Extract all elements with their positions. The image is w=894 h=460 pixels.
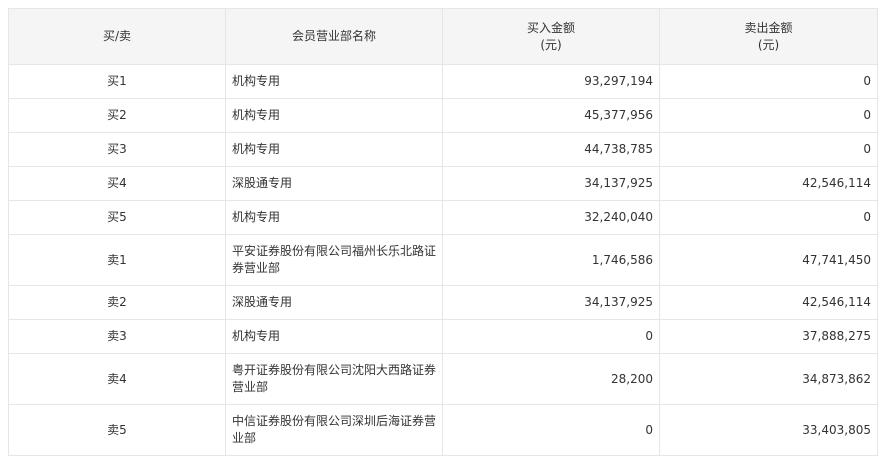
header-sell-label: 卖出金额 bbox=[744, 20, 793, 35]
cell-buy: 32,240,040 bbox=[442, 200, 660, 235]
cell-sell: 42,546,114 bbox=[659, 285, 878, 320]
cell-side: 买3 bbox=[8, 132, 226, 167]
header-buy-label: 买入金额 bbox=[526, 20, 575, 35]
cell-broker: 机构专用 bbox=[225, 319, 443, 354]
cell-buy: 34,137,925 bbox=[442, 285, 660, 320]
cell-sell: 33,403,805 bbox=[659, 404, 878, 456]
cell-sell: 42,546,114 bbox=[659, 166, 878, 201]
header-sell-unit: (元) bbox=[757, 37, 780, 52]
cell-side: 买1 bbox=[8, 64, 226, 99]
cell-side: 买4 bbox=[8, 166, 226, 201]
cell-buy: 34,137,925 bbox=[442, 166, 660, 201]
header-broker-name: 会员营业部名称 bbox=[225, 8, 443, 65]
table-row: 卖4 粤开证券股份有限公司沈阳大西路证券营业部 28,200 34,873,86… bbox=[8, 353, 878, 405]
table-row: 买2 机构专用 45,377,956 0 bbox=[8, 98, 878, 133]
table-row: 买3 机构专用 44,738,785 0 bbox=[8, 132, 878, 167]
cell-side: 卖5 bbox=[8, 404, 226, 456]
table-row: 买4 深股通专用 34,137,925 42,546,114 bbox=[8, 166, 878, 201]
cell-side: 买5 bbox=[8, 200, 226, 235]
cell-broker: 机构专用 bbox=[225, 200, 443, 235]
cell-side: 卖1 bbox=[8, 234, 226, 286]
cell-broker: 平安证券股份有限公司福州长乐北路证券营业部 bbox=[225, 234, 443, 286]
table-row: 买1 机构专用 93,297,194 0 bbox=[8, 64, 878, 99]
header-row: 买/卖 会员营业部名称 买入金额 (元) 卖出金额 (元) bbox=[8, 8, 878, 65]
cell-sell: 0 bbox=[659, 132, 878, 167]
header-sell-amount: 卖出金额 (元) bbox=[659, 8, 878, 65]
cell-buy: 28,200 bbox=[442, 353, 660, 405]
cell-sell: 0 bbox=[659, 200, 878, 235]
broker-trading-table: 买/卖 会员营业部名称 买入金额 (元) 卖出金额 (元) 买1 机构专用 93… bbox=[8, 8, 878, 456]
table-header: 买/卖 会员营业部名称 买入金额 (元) 卖出金额 (元) bbox=[8, 8, 878, 65]
cell-buy: 1,746,586 bbox=[442, 234, 660, 286]
cell-broker: 机构专用 bbox=[225, 64, 443, 99]
cell-side: 卖2 bbox=[8, 285, 226, 320]
cell-sell: 0 bbox=[659, 98, 878, 133]
header-buy-amount: 买入金额 (元) bbox=[442, 8, 660, 65]
table-row: 卖5 中信证券股份有限公司深圳后海证券营业部 0 33,403,805 bbox=[8, 404, 878, 456]
table-row: 卖3 机构专用 0 37,888,275 bbox=[8, 319, 878, 354]
cell-broker: 机构专用 bbox=[225, 98, 443, 133]
cell-buy: 44,738,785 bbox=[442, 132, 660, 167]
cell-buy: 93,297,194 bbox=[442, 64, 660, 99]
trading-table-container: 买/卖 会员营业部名称 买入金额 (元) 卖出金额 (元) 买1 机构专用 93… bbox=[8, 8, 878, 456]
cell-buy: 0 bbox=[442, 404, 660, 456]
table-row: 卖1 平安证券股份有限公司福州长乐北路证券营业部 1,746,586 47,74… bbox=[8, 234, 878, 286]
cell-sell: 0 bbox=[659, 64, 878, 99]
table-row: 买5 机构专用 32,240,040 0 bbox=[8, 200, 878, 235]
cell-broker: 粤开证券股份有限公司沈阳大西路证券营业部 bbox=[225, 353, 443, 405]
cell-side: 卖4 bbox=[8, 353, 226, 405]
table-body: 买1 机构专用 93,297,194 0 买2 机构专用 45,377,956 … bbox=[8, 64, 878, 456]
cell-broker: 中信证券股份有限公司深圳后海证券营业部 bbox=[225, 404, 443, 456]
cell-broker: 深股通专用 bbox=[225, 166, 443, 201]
table-row: 卖2 深股通专用 34,137,925 42,546,114 bbox=[8, 285, 878, 320]
cell-sell: 47,741,450 bbox=[659, 234, 878, 286]
header-side: 买/卖 bbox=[8, 8, 226, 65]
header-buy-unit: (元) bbox=[540, 37, 562, 52]
cell-broker: 深股通专用 bbox=[225, 285, 443, 320]
cell-sell: 34,873,862 bbox=[659, 353, 878, 405]
cell-buy: 0 bbox=[442, 319, 660, 354]
cell-buy: 45,377,956 bbox=[442, 98, 660, 133]
cell-side: 买2 bbox=[8, 98, 226, 133]
cell-sell: 37,888,275 bbox=[659, 319, 878, 354]
cell-broker: 机构专用 bbox=[225, 132, 443, 167]
cell-side: 卖3 bbox=[8, 319, 226, 354]
